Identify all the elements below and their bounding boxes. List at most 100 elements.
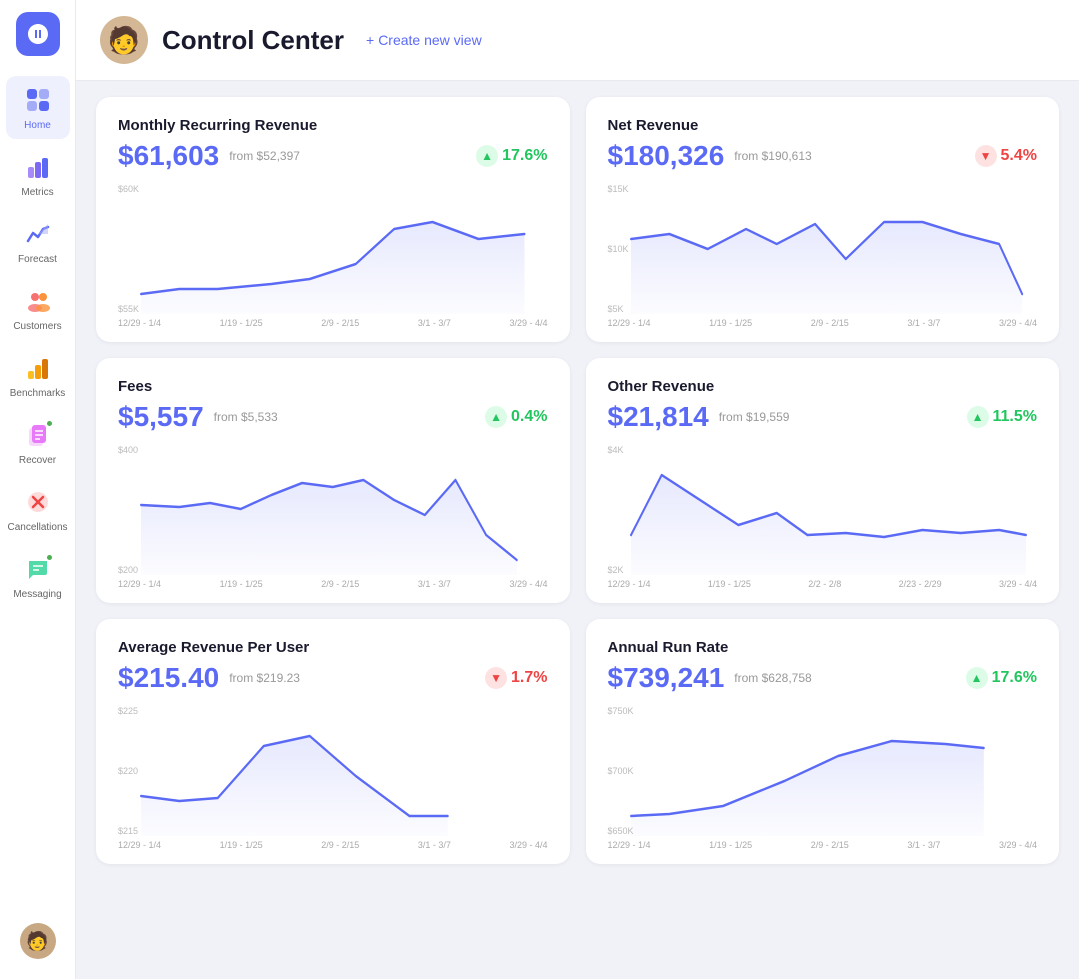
chart-area: $400$200	[118, 445, 548, 575]
chart-x-label: 3/1 - 3/7	[907, 318, 940, 328]
chart-svg	[118, 184, 548, 314]
card-title: Net Revenue	[608, 117, 1038, 134]
chart-x-label: 1/19 - 1/25	[709, 318, 752, 328]
chart-area: $750K$700K$650K	[608, 706, 1038, 836]
card-net-revenue: Net Revenue $180,326 from $190,613 ▼ 5.4…	[586, 97, 1060, 342]
chart-svg	[118, 445, 548, 575]
chart-x-label: 2/23 - 2/29	[899, 579, 942, 589]
app-logo[interactable]	[16, 12, 60, 56]
chart-x-label: 12/29 - 1/4	[608, 840, 651, 850]
chart-x-labels: 12/29 - 1/41/19 - 1/252/2 - 2/82/23 - 2/…	[608, 579, 1038, 589]
sidebar-item-forecast[interactable]: Forecast	[6, 210, 70, 273]
chart-area: $15K$10K$5K	[608, 184, 1038, 314]
chart-x-label: 3/1 - 3/7	[907, 840, 940, 850]
chart-x-labels: 12/29 - 1/41/19 - 1/252/9 - 2/153/1 - 3/…	[118, 579, 548, 589]
card-pct: 11.5%	[993, 408, 1037, 426]
messaging-dot	[45, 553, 54, 562]
chart-x-label: 12/29 - 1/4	[118, 840, 161, 850]
main-content: 🧑 Control Center + Create new view Month…	[76, 0, 1079, 979]
chart-x-labels: 12/29 - 1/41/19 - 1/252/9 - 2/153/1 - 3/…	[118, 318, 548, 328]
chart-x-label: 3/29 - 4/4	[999, 318, 1037, 328]
chart-x-label: 1/19 - 1/25	[220, 840, 263, 850]
card-fees: Fees $5,557 from $5,533 ▲ 0.4% $400$200	[96, 358, 570, 603]
card-title: Monthly Recurring Revenue	[118, 117, 548, 134]
card-value-row: $215.40 from $219.23 ▼ 1.7%	[118, 662, 548, 694]
sidebar-item-benchmarks[interactable]: Benchmarks	[6, 344, 70, 407]
chart-x-label: 1/19 - 1/25	[708, 579, 751, 589]
sidebar-item-cancellations-label: Cancellations	[7, 522, 67, 533]
chart-x-label: 3/29 - 4/4	[999, 840, 1037, 850]
sidebar-item-messaging[interactable]: Messaging	[6, 545, 70, 608]
customers-icon	[22, 285, 54, 317]
chart-area: $60K$55K	[118, 184, 548, 314]
page-title: Control Center	[162, 25, 344, 56]
chart-x-label: 2/9 - 2/15	[811, 840, 849, 850]
card-from: from $5,533	[214, 410, 278, 424]
metrics-icon	[22, 151, 54, 183]
sidebar-item-home[interactable]: Home	[6, 76, 70, 139]
card-value: $21,814	[608, 401, 709, 433]
chart-x-label: 12/29 - 1/4	[118, 579, 161, 589]
card-badge: ▲ 17.6%	[966, 667, 1037, 689]
cards-grid: Monthly Recurring Revenue $61,603 from $…	[76, 81, 1079, 880]
card-value: $180,326	[608, 140, 725, 172]
card-badge: ▼ 5.4%	[975, 145, 1037, 167]
chart-x-label: 3/29 - 4/4	[509, 840, 547, 850]
card-value-row: $21,814 from $19,559 ▲ 11.5%	[608, 401, 1038, 433]
card-badge: ▲ 17.6%	[476, 145, 547, 167]
messaging-icon	[22, 553, 54, 585]
user-avatar-wrapper: 🧑	[20, 923, 56, 967]
sidebar-item-customers[interactable]: Customers	[6, 277, 70, 340]
card-value-row: $180,326 from $190,613 ▼ 5.4%	[608, 140, 1038, 172]
card-pct: 17.6%	[992, 669, 1037, 687]
create-new-view-button[interactable]: + Create new view	[366, 32, 482, 48]
chart-x-label: 12/29 - 1/4	[608, 318, 651, 328]
chart-svg	[608, 184, 1038, 314]
card-arpu: Average Revenue Per User $215.40 from $2…	[96, 619, 570, 864]
sidebar-item-messaging-wrapper: Messaging	[6, 545, 70, 608]
chart-x-label: 3/29 - 4/4	[509, 579, 547, 589]
card-pct: 1.7%	[511, 669, 547, 687]
card-mrr: Monthly Recurring Revenue $61,603 from $…	[96, 97, 570, 342]
sidebar-item-metrics[interactable]: Metrics	[6, 143, 70, 206]
chart-x-label: 2/9 - 2/15	[321, 318, 359, 328]
card-title: Fees	[118, 378, 548, 395]
sidebar-item-messaging-label: Messaging	[13, 589, 61, 600]
card-other-revenue: Other Revenue $21,814 from $19,559 ▲ 11.…	[586, 358, 1060, 603]
cancellations-icon	[22, 486, 54, 518]
card-value: $5,557	[118, 401, 204, 433]
chart-x-label: 3/1 - 3/7	[418, 579, 451, 589]
card-pct: 5.4%	[1001, 147, 1037, 165]
user-avatar[interactable]: 🧑	[20, 923, 56, 959]
card-badge: ▲ 11.5%	[967, 406, 1037, 428]
sidebar-item-recover-label: Recover	[19, 455, 56, 466]
card-from: from $219.23	[229, 671, 300, 685]
card-badge: ▼ 1.7%	[485, 667, 547, 689]
recover-icon	[22, 419, 54, 451]
sidebar-item-recover[interactable]: Recover	[6, 411, 70, 474]
chart-x-label: 3/29 - 4/4	[999, 579, 1037, 589]
sidebar-item-recover-wrapper: Recover	[6, 411, 70, 474]
sidebar-item-customers-label: Customers	[13, 321, 61, 332]
header: 🧑 Control Center + Create new view	[76, 0, 1079, 81]
chart-x-label: 3/1 - 3/7	[418, 318, 451, 328]
sidebar-item-cancellations[interactable]: Cancellations	[6, 478, 70, 541]
trend-arrow-down: ▼	[485, 667, 507, 689]
chart-x-label: 1/19 - 1/25	[220, 579, 263, 589]
chart-svg	[608, 445, 1038, 575]
home-icon	[22, 84, 54, 116]
card-value: $215.40	[118, 662, 219, 694]
sidebar: Home Metrics Forecast	[0, 0, 76, 979]
trend-arrow-up: ▲	[967, 406, 989, 428]
card-badge: ▲ 0.4%	[485, 406, 547, 428]
chart-svg	[118, 706, 548, 836]
sidebar-item-metrics-label: Metrics	[21, 187, 53, 198]
chart-x-label: 2/9 - 2/15	[321, 840, 359, 850]
card-pct: 0.4%	[511, 408, 547, 426]
chart-area: $225$220$215	[118, 706, 548, 836]
chart-x-labels: 12/29 - 1/41/19 - 1/252/9 - 2/153/1 - 3/…	[608, 318, 1038, 328]
card-from: from $190,613	[734, 149, 811, 163]
card-value: $61,603	[118, 140, 219, 172]
chart-x-label: 1/19 - 1/25	[220, 318, 263, 328]
card-from: from $19,559	[719, 410, 790, 424]
